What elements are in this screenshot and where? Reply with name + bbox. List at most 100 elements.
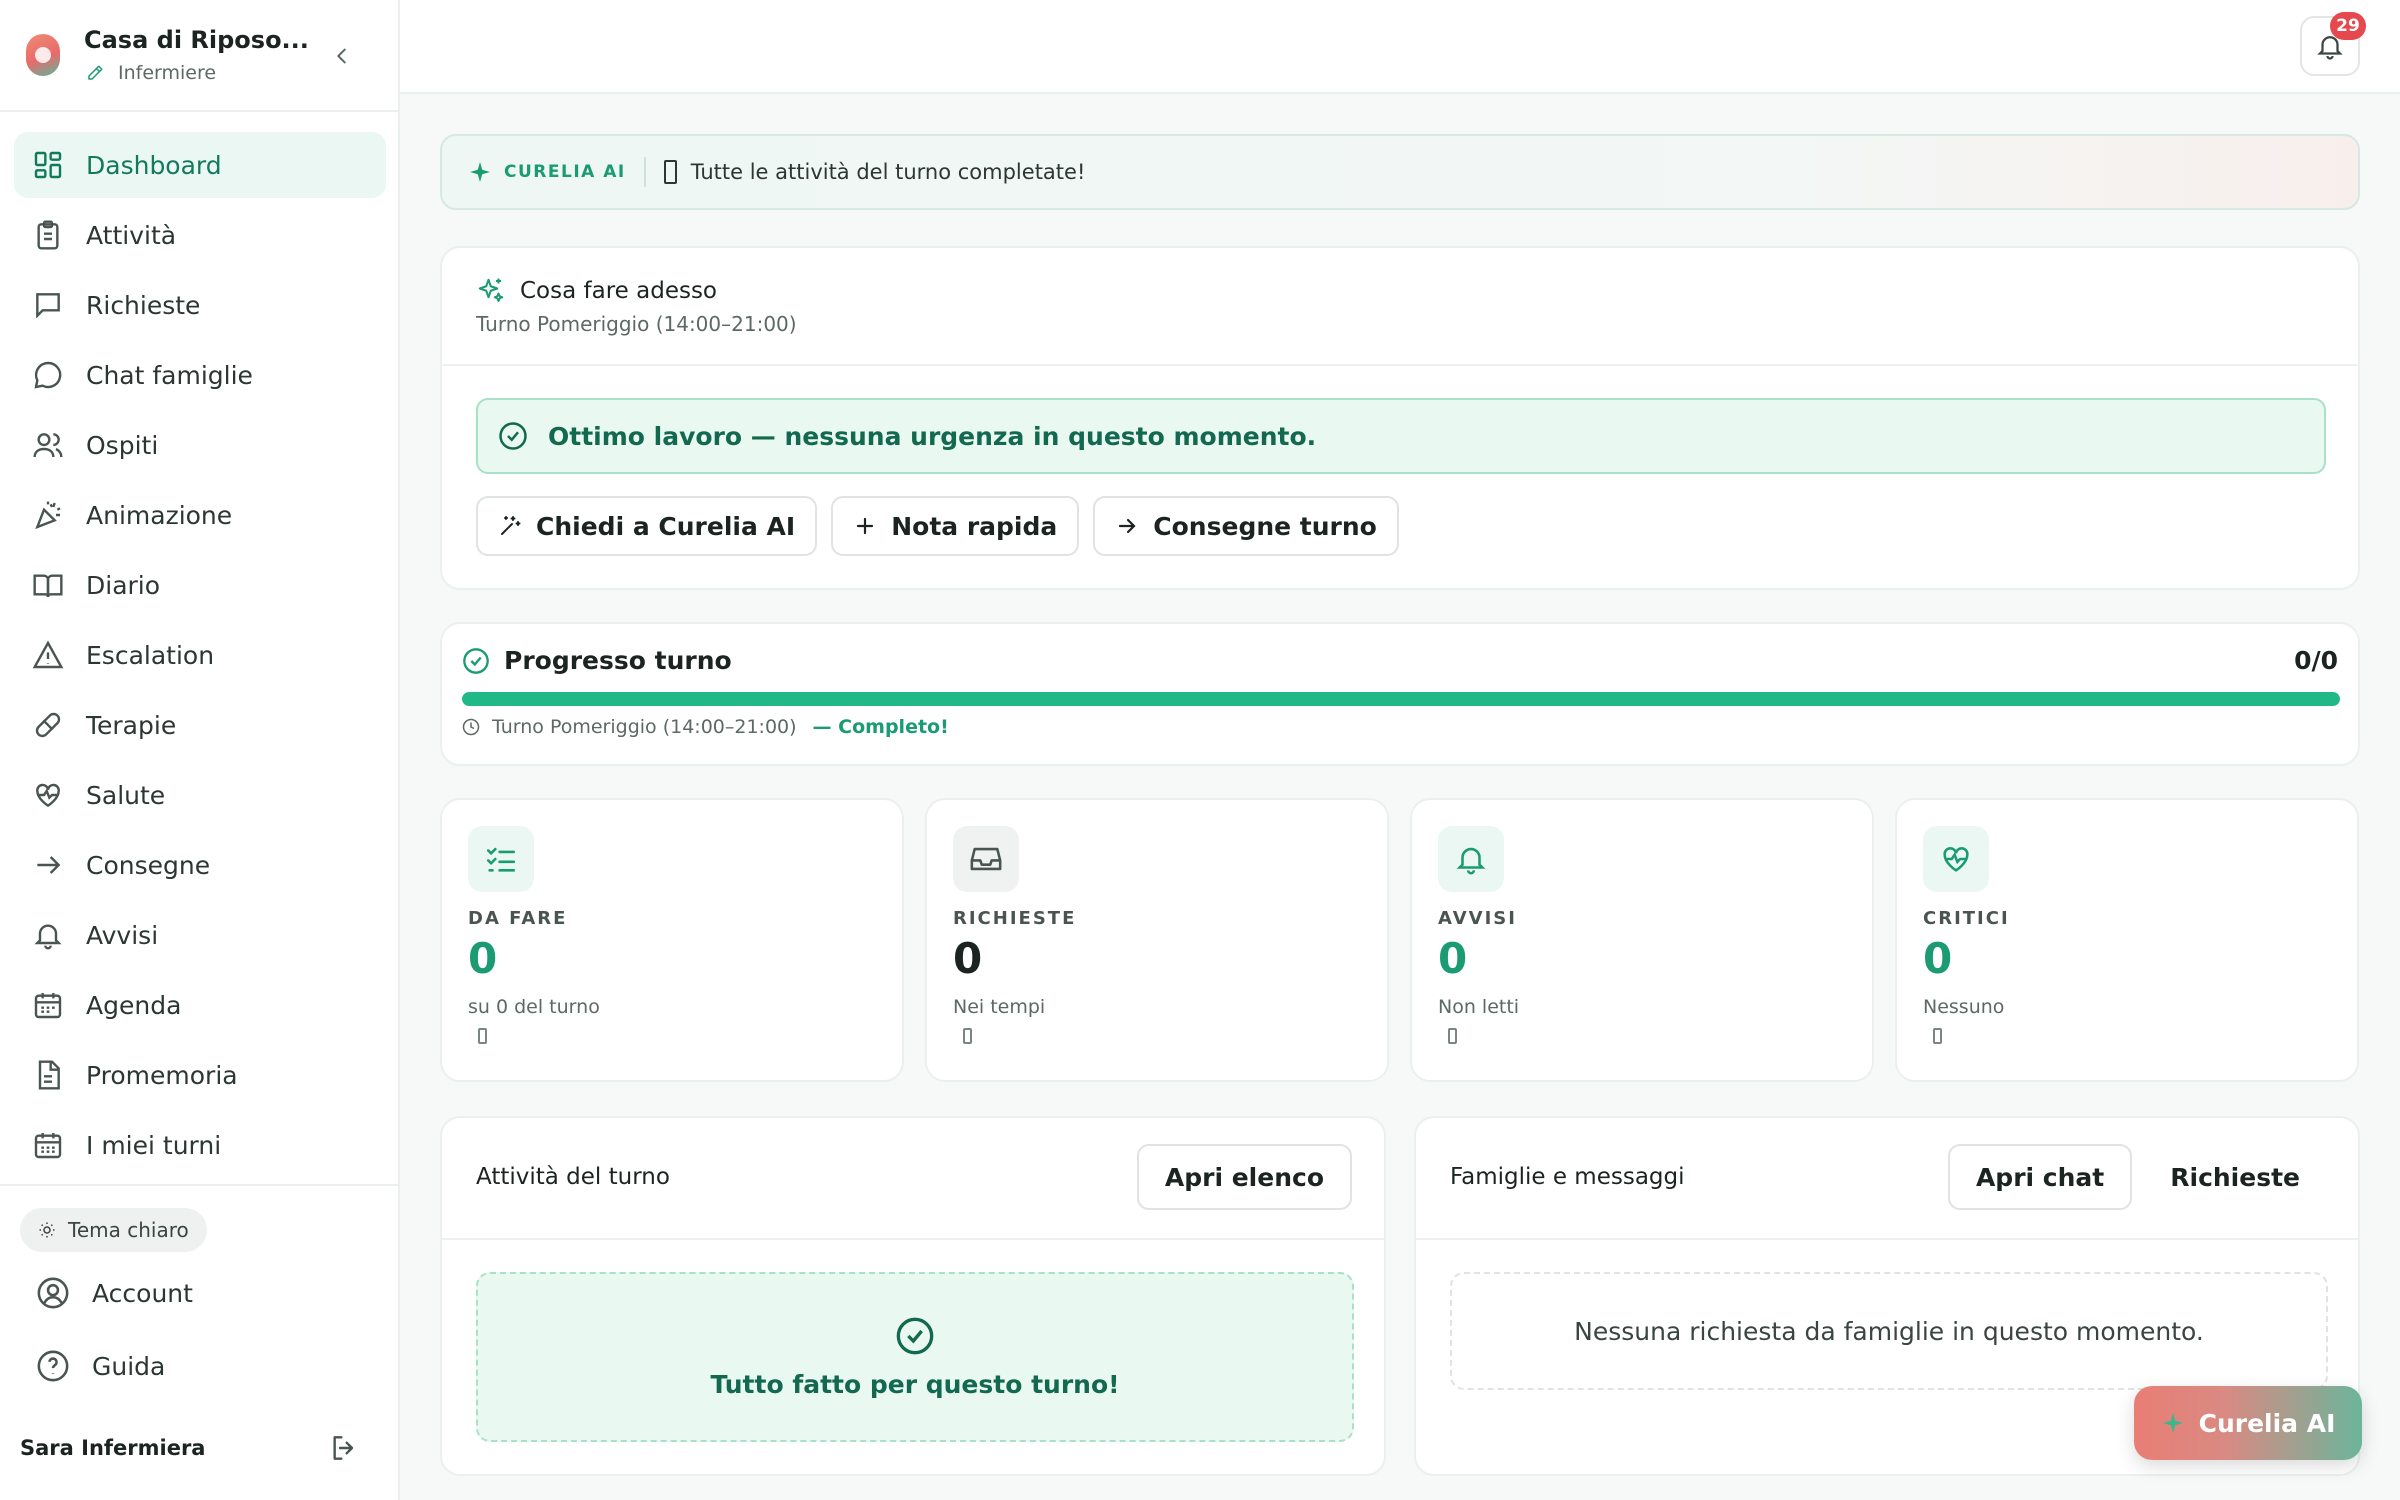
sidebar-item-chat-famiglie[interactable]: Chat famiglie bbox=[14, 342, 386, 408]
emoji-placeholder-icon bbox=[478, 1028, 487, 1044]
ai-message: Tutte le attività del turno completate! bbox=[663, 160, 1085, 184]
plus-icon bbox=[857, 517, 874, 535]
notifications-badge: 29 bbox=[2330, 12, 2366, 40]
theme-toggle[interactable]: Tema chiaro bbox=[20, 1208, 207, 1252]
emoji-placeholder-icon bbox=[963, 1028, 972, 1044]
panel-title: Attività del turno bbox=[476, 1164, 670, 1190]
sidebar-item-salute[interactable]: Salute bbox=[14, 762, 386, 828]
arrow-right-icon bbox=[37, 856, 61, 874]
sidebar-item-label: Avvisi bbox=[86, 920, 159, 950]
curelia-ai-fab[interactable]: Curelia AI bbox=[2134, 1386, 2362, 1460]
emoji-placeholder-icon bbox=[663, 160, 677, 184]
todo-title-text: Cosa fare adesso bbox=[520, 278, 718, 304]
sidebar-item-dashboard[interactable]: Dashboard bbox=[14, 132, 386, 198]
sidebar-item-agenda[interactable]: Agenda bbox=[14, 972, 386, 1038]
account-link[interactable]: Account bbox=[36, 1276, 193, 1310]
open-chat-button[interactable]: Apri chat bbox=[1947, 1144, 2133, 1210]
list-checks-icon bbox=[486, 847, 516, 872]
sidebar-item-label: Ospiti bbox=[86, 430, 159, 460]
emoji-placeholder-icon bbox=[1448, 1028, 1457, 1044]
stat-card-critici[interactable]: CRITICI 0 Nessuno bbox=[1895, 798, 2359, 1082]
stat-sub: Nei tempi bbox=[953, 996, 1046, 1018]
ai-tag: CURELIA AI bbox=[468, 160, 626, 184]
todo-card: Cosa fare adesso Turno Pomeriggio (14:00… bbox=[440, 246, 2360, 590]
notifications-button[interactable]: 29 bbox=[2300, 12, 2366, 76]
sidebar-nav: Dashboard Attività Richieste Chat famigl… bbox=[14, 132, 386, 1182]
panel-title: Famiglie e messaggi bbox=[1450, 1164, 1685, 1190]
sidebar-item-richieste[interactable]: Richieste bbox=[14, 272, 386, 338]
sidebar-item-label: Chat famiglie bbox=[86, 360, 253, 390]
sidebar-item-label: Promemoria bbox=[86, 1060, 238, 1090]
stat-card-da-fare[interactable]: DA FARE 0 su 0 del turno bbox=[440, 798, 904, 1082]
sidebar-item-label: Richieste bbox=[86, 290, 201, 320]
sidebar-item-escalation[interactable]: Escalation bbox=[14, 622, 386, 688]
check-circle-icon bbox=[463, 647, 489, 674]
theme-label: Tema chiaro bbox=[68, 1218, 189, 1242]
sidebar-item-diario[interactable]: Diario bbox=[14, 552, 386, 618]
panel-actions: Apri elenco bbox=[1136, 1144, 1352, 1210]
sidebar-item-label: Attività bbox=[86, 220, 177, 250]
all-done-box: Tutto fatto per questo turno! bbox=[476, 1272, 1354, 1442]
role-label: Infermiere bbox=[118, 62, 217, 84]
collapse-sidebar-button[interactable] bbox=[326, 40, 358, 72]
sidebar-item-label: Escalation bbox=[86, 640, 215, 670]
topbar: 29 bbox=[400, 0, 2400, 94]
stat-label: AVVISI bbox=[1438, 908, 1517, 929]
users-icon bbox=[33, 433, 63, 458]
sidebar-item-attivita[interactable]: Attività bbox=[14, 202, 386, 268]
handover-button[interactable]: Consegne turno bbox=[1093, 496, 1399, 556]
emoji-placeholder-icon bbox=[1933, 1028, 1942, 1044]
progress-title: Progresso turno bbox=[462, 646, 732, 675]
ai-banner: CURELIA AI Tutte le attività del turno c… bbox=[440, 134, 2360, 210]
account-label: Account bbox=[92, 1278, 193, 1308]
quick-note-button[interactable]: Nota rapida bbox=[831, 496, 1080, 556]
sidebar-item-i-miei-turni[interactable]: I miei turni bbox=[14, 1112, 386, 1178]
calendar-icon bbox=[34, 993, 62, 1019]
stat-card-avvisi[interactable]: AVVISI 0 Non letti bbox=[1410, 798, 1874, 1082]
sidebar-item-promemoria[interactable]: Promemoria bbox=[14, 1042, 386, 1108]
guide-label: Guida bbox=[92, 1351, 166, 1381]
user-circle-icon bbox=[37, 1277, 69, 1309]
panel-header: Attività del turno Apri elenco bbox=[442, 1118, 1384, 1240]
facility-name: Casa di Riposo... bbox=[84, 26, 309, 54]
heart-pulse-icon bbox=[36, 783, 60, 808]
todo-title: Cosa fare adesso bbox=[476, 276, 717, 306]
sidebar-item-consegne[interactable]: Consegne bbox=[14, 832, 386, 898]
stat-value: 0 bbox=[1923, 934, 1953, 983]
stat-value: 0 bbox=[1438, 934, 1468, 983]
stat-icon-box bbox=[1438, 826, 1504, 892]
sparkle-icon bbox=[2162, 1413, 2183, 1433]
shift-progress-card: Progresso turno 0/0 Turno Pomeriggio (14… bbox=[440, 622, 2360, 766]
logout-icon[interactable] bbox=[328, 1432, 360, 1464]
sparkles-icon bbox=[478, 278, 504, 302]
sidebar-item-ospiti[interactable]: Ospiti bbox=[14, 412, 386, 478]
bell-icon bbox=[1456, 847, 1486, 875]
calendar-days-icon bbox=[34, 1133, 62, 1159]
message-square-icon bbox=[36, 293, 60, 319]
empty-requests-box: Nessuna richiesta da famiglie in questo … bbox=[1450, 1272, 2328, 1390]
divider bbox=[643, 157, 646, 187]
file-text-icon bbox=[38, 1060, 60, 1090]
check-circle-icon bbox=[499, 422, 527, 450]
check-circle-icon bbox=[896, 1317, 934, 1354]
ask-ai-button[interactable]: Chiedi a Curelia AI bbox=[476, 496, 818, 556]
sidebar-item-animazione[interactable]: Animazione bbox=[14, 482, 386, 548]
requests-button[interactable]: Richieste bbox=[2144, 1144, 2326, 1210]
quick-note-label: Nota rapida bbox=[891, 511, 1058, 541]
shift-tasks-panel: Attività del turno Apri elenco Tutto fat… bbox=[440, 1116, 1386, 1476]
wand-sparkles-icon bbox=[501, 516, 521, 535]
guide-link[interactable]: Guida bbox=[36, 1349, 165, 1383]
sidebar-item-label: Diario bbox=[86, 570, 161, 600]
stat-sub: Non letti bbox=[1438, 996, 1520, 1018]
sidebar-item-avvisi[interactable]: Avvisi bbox=[14, 902, 386, 968]
stat-card-richieste[interactable]: RICHIESTE 0 Nei tempi bbox=[925, 798, 1389, 1082]
panel-header: Famiglie e messaggi Apri chat Richieste bbox=[1416, 1118, 2358, 1240]
sidebar-item-terapie[interactable]: Terapie bbox=[14, 692, 386, 758]
dashboard-icon bbox=[34, 151, 62, 179]
open-list-button[interactable]: Apri elenco bbox=[1136, 1144, 1352, 1210]
sun-icon bbox=[39, 1222, 55, 1238]
stat-label: DA FARE bbox=[468, 908, 568, 929]
no-urgency-text: Ottimo lavoro — nessuna urgenza in quest… bbox=[548, 421, 1317, 451]
brand-header: Casa di Riposo... Infermiere bbox=[0, 0, 398, 112]
book-icon bbox=[33, 574, 63, 598]
